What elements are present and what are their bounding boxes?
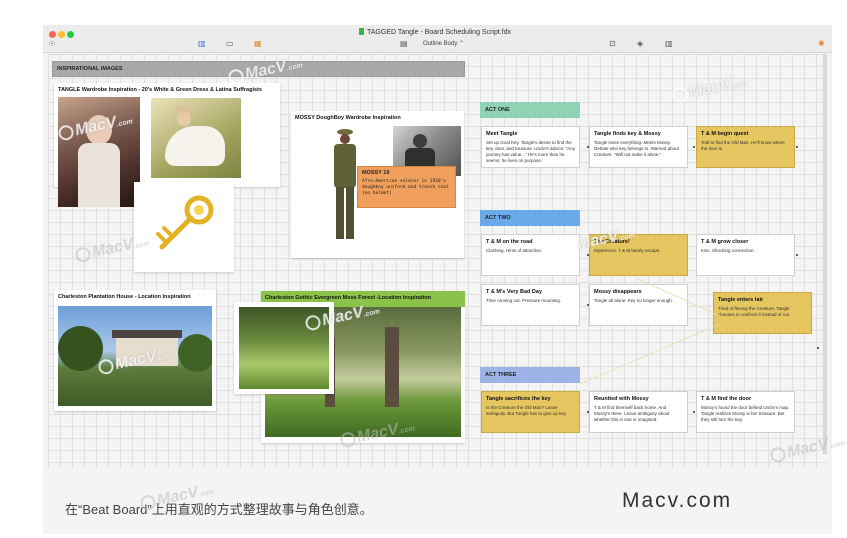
brand-text[interactable]: Macv.com xyxy=(622,489,732,513)
caption-strip: 在“Beat Board”上用直观的方式整理故事与角色创意。 Macv.com xyxy=(43,469,832,534)
caption-text: 在“Beat Board”上用直观的方式整理故事与角色创意。 xyxy=(65,502,373,517)
minimize-window-button[interactable] xyxy=(58,31,65,38)
window-title: TAGGED Tangle - Board Scheduling Script.… xyxy=(359,28,511,36)
outline-icon[interactable]: ▤ xyxy=(400,40,408,48)
title-bar: ☉ TAGGED Tangle - Board Scheduling Scrip… xyxy=(43,25,832,53)
connector-lines xyxy=(579,278,721,385)
zoom-window-button[interactable] xyxy=(67,31,74,38)
close-window-button[interactable] xyxy=(49,31,56,38)
activity-icon[interactable]: ✺ xyxy=(818,40,825,48)
window-title-text: TAGGED Tangle - Board Scheduling Script.… xyxy=(367,29,512,36)
outline-body-select[interactable]: Outline Body ⌃ xyxy=(423,40,464,47)
columns-icon[interactable]: ▥ xyxy=(665,40,673,48)
board-view-icon[interactable]: ▦ xyxy=(254,40,262,48)
sidebar-toggle-icon[interactable]: ▥ xyxy=(198,40,206,48)
tag-icon[interactable]: ◈ xyxy=(637,40,643,48)
document-icon xyxy=(359,28,364,35)
beat-board[interactable]: INSPIRATIONAL IMAGES TANGLE Wardrobe Ins… xyxy=(48,54,827,534)
view-layout-icon[interactable]: ▭ xyxy=(226,40,234,48)
outline-body-label: Outline Body xyxy=(423,41,458,47)
navigator-icon[interactable]: ☉ xyxy=(49,41,55,49)
app-window: ☉ TAGGED Tangle - Board Scheduling Scrip… xyxy=(43,25,832,534)
text-tools-icon[interactable]: ⊡ xyxy=(609,40,616,48)
